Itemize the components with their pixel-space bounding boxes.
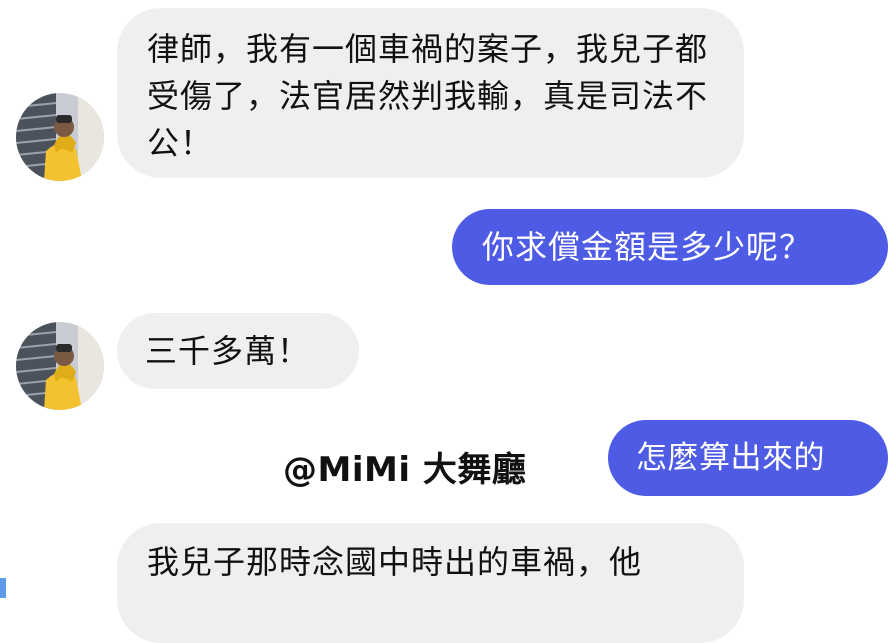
message-text: 律師，我有一個車禍的案子，我兒子都受傷了，法官居然判我輸，真是司法不公！ bbox=[147, 30, 709, 162]
message-bubble-outgoing[interactable]: 你求償金額是多少呢？ bbox=[452, 209, 888, 285]
message-bubble-incoming[interactable]: 我兒子那時念國中時出的車禍，他 bbox=[117, 523, 744, 643]
message-text: 怎麼算出來的 bbox=[636, 440, 825, 476]
edge-marker bbox=[0, 578, 6, 598]
message-bubble-incoming[interactable]: 律師，我有一個車禍的案子，我兒子都受傷了，法官居然判我輸，真是司法不公！ bbox=[117, 8, 744, 178]
message-text: 三千多萬！ bbox=[145, 332, 311, 370]
avatar[interactable] bbox=[16, 322, 104, 410]
message-text: 你求償金額是多少呢？ bbox=[482, 228, 813, 266]
watermark-text: @MiMi 大舞廳 bbox=[283, 450, 527, 490]
avatar[interactable] bbox=[16, 93, 104, 181]
message-bubble-incoming[interactable]: 三千多萬！ bbox=[117, 313, 359, 389]
message-text: 我兒子那時念國中時出的車禍，他 bbox=[147, 543, 643, 581]
message-bubble-outgoing[interactable]: 怎麼算出來的 bbox=[608, 420, 888, 496]
